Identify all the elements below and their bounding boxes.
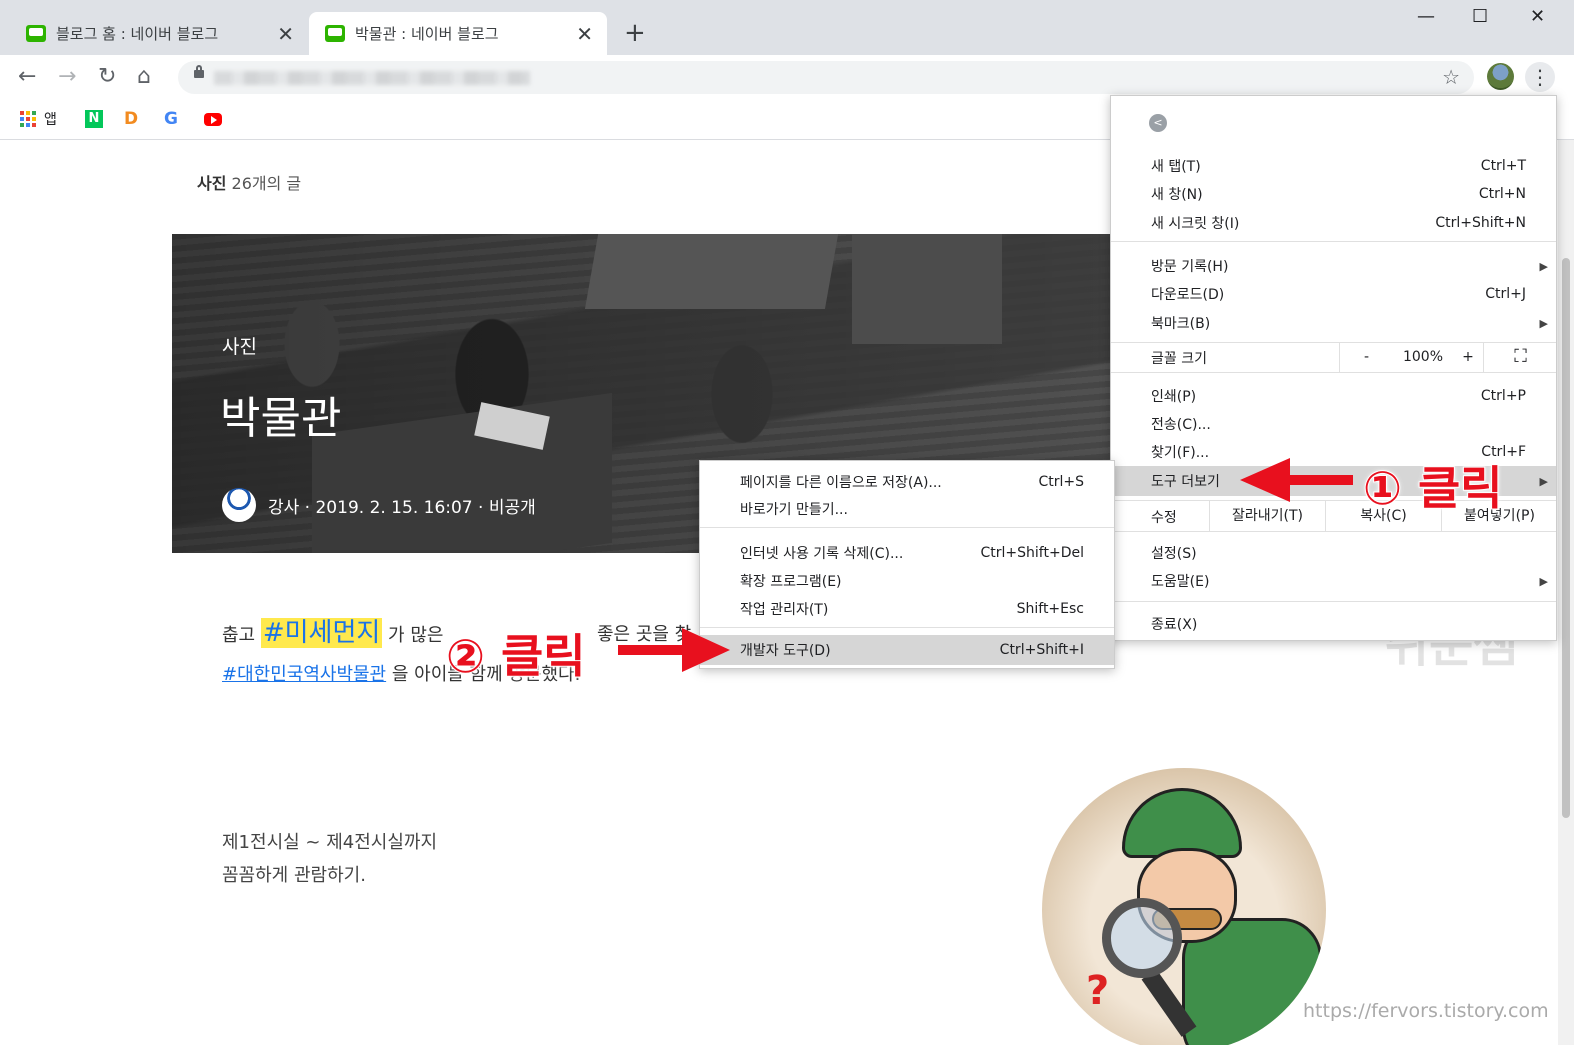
annotation-step-2: ② 클릭 (445, 628, 587, 684)
arrow-to-dev-tools (618, 628, 730, 672)
post-meta-text: 강사 · 2019. 2. 15. 16:07 · 비공개 (268, 497, 536, 518)
annotation-step-1: ① 클릭 (1362, 460, 1504, 516)
arrow-to-more-tools (1240, 458, 1353, 502)
hero-category[interactable]: 사진 (222, 332, 257, 359)
author-avatar[interactable] (222, 488, 256, 522)
post-meta: 강사 · 2019. 2. 15. 16:07 · 비공개 (222, 488, 536, 522)
annotation-arrows (618, 458, 1353, 672)
post-title: 박물관 (220, 393, 342, 444)
